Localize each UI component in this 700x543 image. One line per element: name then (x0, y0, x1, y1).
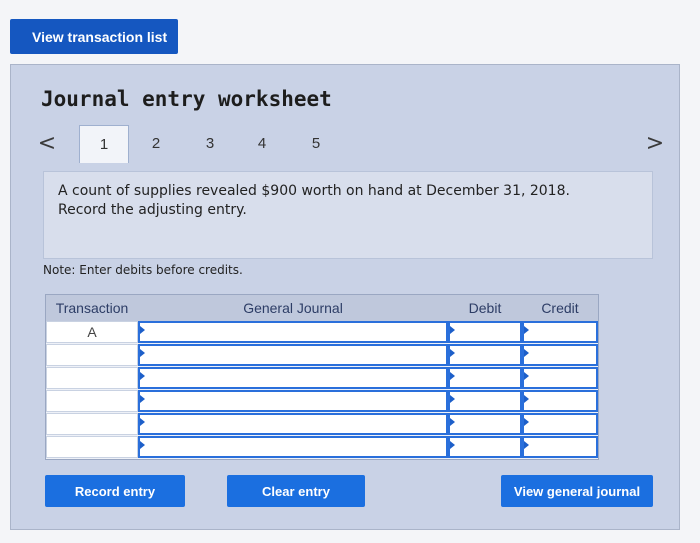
view-general-journal-button[interactable]: View general journal (501, 475, 653, 507)
tab-5[interactable]: 5 (291, 125, 341, 163)
credit-input[interactable] (522, 321, 598, 343)
account-input[interactable] (138, 321, 448, 343)
account-input[interactable] (138, 367, 448, 389)
credit-input[interactable] (522, 390, 598, 412)
clear-entry-button[interactable]: Clear entry (227, 475, 365, 507)
debit-input[interactable] (448, 367, 522, 389)
transaction-cell (46, 367, 138, 389)
credit-input[interactable] (522, 436, 598, 458)
transaction-cell (46, 413, 138, 435)
debit-input[interactable] (448, 390, 522, 412)
header-credit: Credit (522, 295, 598, 321)
debit-input[interactable] (448, 321, 522, 343)
question-instruction: Record the adjusting entry. (58, 202, 247, 218)
table-row (46, 413, 598, 435)
chevron-right-icon[interactable]: > (645, 131, 665, 157)
note-text: Note: Enter debits before credits. (43, 263, 243, 277)
tab-4[interactable]: 4 (237, 125, 287, 163)
tab-3[interactable]: 3 (185, 125, 235, 163)
worksheet-title: Journal entry worksheet (41, 87, 332, 111)
table-row (46, 436, 598, 458)
question-text: A count of supplies revealed $900 worth … (58, 183, 570, 199)
credit-input[interactable] (522, 367, 598, 389)
table-row (46, 344, 598, 366)
transaction-cell (46, 436, 138, 458)
debit-input[interactable] (448, 436, 522, 458)
transaction-cell (46, 344, 138, 366)
transaction-cell (46, 390, 138, 412)
tab-1[interactable]: 1 (79, 125, 129, 163)
record-entry-button[interactable]: Record entry (45, 475, 185, 507)
account-input[interactable] (138, 390, 448, 412)
debit-input[interactable] (448, 344, 522, 366)
header-general-journal: General Journal (138, 295, 448, 321)
table-row: A (46, 321, 598, 343)
account-input[interactable] (138, 436, 448, 458)
header-debit: Debit (448, 295, 522, 321)
account-input[interactable] (138, 344, 448, 366)
debit-input[interactable] (448, 413, 522, 435)
view-transaction-list-button[interactable]: View transaction list (10, 19, 178, 54)
table-row (46, 390, 598, 412)
chevron-left-icon[interactable]: < (37, 131, 57, 157)
question-box: A count of supplies revealed $900 worth … (43, 171, 653, 259)
table-row (46, 367, 598, 389)
account-input[interactable] (138, 413, 448, 435)
journal-entry-worksheet-panel: Journal entry worksheet < > 1 2 3 4 5 A … (10, 64, 680, 530)
credit-input[interactable] (522, 413, 598, 435)
transaction-cell: A (46, 321, 138, 343)
tab-2[interactable]: 2 (131, 125, 181, 163)
credit-input[interactable] (522, 344, 598, 366)
header-transaction: Transaction (46, 295, 138, 321)
journal-table: Transaction General Journal Debit Credit… (45, 294, 599, 460)
